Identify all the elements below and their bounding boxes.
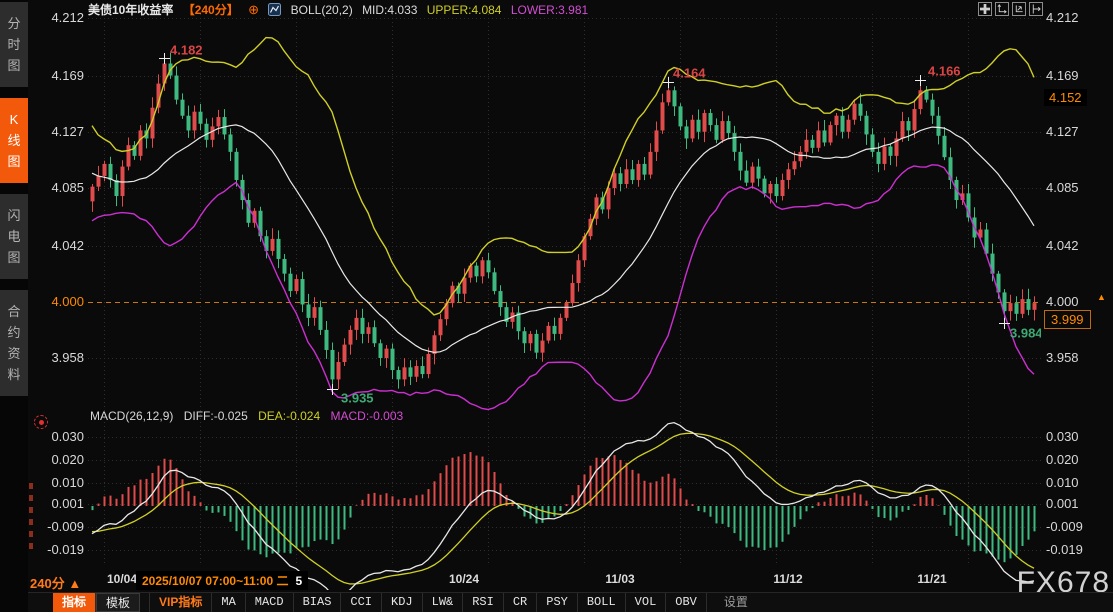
period-badge[interactable]: 【240分】 [183, 3, 239, 17]
y-axis-label-macd-left: -0.019 [30, 542, 84, 557]
ref-price-badge: 4.152 [1044, 89, 1087, 106]
edge-tick [29, 519, 33, 525]
edge-tick [29, 495, 33, 501]
y-axis-label-main-right: 4.085 [1046, 180, 1108, 195]
y-axis-label-macd-right: -0.019 [1046, 542, 1108, 557]
y-axis-label-main-left: 4.000 [30, 294, 84, 309]
chart-type-icon[interactable] [268, 3, 281, 21]
sidebar-item-lightning-chart[interactable]: 闪电图 [0, 194, 28, 279]
trading-app-window: 分时图 K线图闪电图合约资料 美债10年收益率 【240分】 ⊕ BOLL(20,… [0, 0, 1113, 612]
y-axis-label-main-left: 4.127 [30, 124, 84, 139]
y-axis-label-main-left: 4.085 [30, 180, 84, 195]
toolbar-item-lw[interactable]: LW& [423, 593, 464, 612]
y-axis-label-macd-left: 0.010 [30, 475, 84, 490]
main-chart-canvas[interactable] [88, 0, 1041, 590]
toolbar-item-boll[interactable]: BOLL [578, 593, 626, 612]
macd-header: MACD(26,12,9) DIFF:-0.025 DEA:-0.024 MAC… [90, 409, 410, 423]
y-axis-label-macd-left: 0.030 [30, 429, 84, 444]
window-icons [978, 2, 1043, 16]
y-axis-label-main-right: 4.042 [1046, 238, 1108, 253]
y-axis-label-main-right: 3.958 [1046, 350, 1108, 365]
toolbar-item-psy[interactable]: PSY [537, 593, 578, 612]
toolbar-item-template[interactable]: 模板 [96, 593, 140, 612]
toolbar-item-vip-indicator[interactable]: VIP指标 [149, 593, 212, 612]
edge-tick [29, 531, 33, 537]
status-period[interactable]: 240分 ▲ [30, 573, 81, 592]
edge-tick [29, 483, 33, 489]
axis-scale-icon[interactable] [1012, 2, 1026, 16]
sidebar-item-time-chart[interactable]: 分时图 [0, 2, 28, 87]
toolbar-item-settings[interactable]: 设置 [715, 593, 757, 612]
period-up-arrow-icon: ▲ [68, 576, 81, 591]
y-axis-label-main-right: 4.127 [1046, 124, 1108, 139]
y-axis-label-macd-left: 0.020 [30, 452, 84, 467]
y-axis-label-main-right: 4.169 [1046, 68, 1108, 83]
axis-reset-icon[interactable] [995, 2, 1009, 16]
toolbar-item-vol[interactable]: VOL [626, 593, 667, 612]
boll-upper-value: UPPER:4.084 [427, 3, 502, 17]
y-axis-label-macd-right: 0.001 [1046, 496, 1108, 511]
sidebar: 分时图 K线图闪电图合约资料 [0, 0, 28, 612]
live-indicator-icon[interactable] [34, 415, 48, 429]
y-axis-label-macd-right: 0.020 [1046, 452, 1108, 467]
last-price-badge: 3.999 [1044, 310, 1091, 329]
bar-info-tooltip: 2025/10/07 07:00~11:00 二 5 [136, 571, 308, 590]
y-axis-label-main-right: 4.212 [1046, 10, 1108, 25]
y-axis-label-macd-left: -0.009 [30, 519, 84, 534]
toolbar-item-rsi[interactable]: RSI [463, 593, 504, 612]
y-axis-label-main-left: 4.169 [30, 68, 84, 83]
boll-indicator-label: BOLL(20,2) [291, 3, 353, 17]
edge-tick [29, 507, 33, 513]
toolbar-item-ma[interactable]: MA [212, 593, 245, 612]
macd-diff-value: DIFF:-0.025 [184, 409, 248, 423]
tooltip-extra: 5 [295, 574, 302, 588]
toolbar-item-indicator[interactable]: 指标 [53, 593, 96, 612]
pan-right-icon[interactable] [1029, 2, 1043, 16]
toolbar-item-macd[interactable]: MACD [246, 593, 294, 612]
sidebar-item-contract-info[interactable]: 合约资料 [0, 290, 28, 396]
y-axis-label-macd-right: 0.010 [1046, 475, 1108, 490]
indicator-toolbar: 指标模板 VIP指标MAMACDBIASCCIKDJLW&RSICRPSYBOLL… [28, 592, 1113, 612]
boll-lower-value: LOWER:3.981 [511, 3, 588, 17]
edge-tick [29, 543, 33, 549]
y-axis-label-main-left: 4.042 [30, 238, 84, 253]
macd-formula: MACD(26,12,9) [90, 409, 173, 423]
tooltip-datetime: 2025/10/07 07:00~11:00 二 [142, 574, 288, 588]
chart-header: 美债10年收益率 【240分】 ⊕ BOLL(20,2) MID:4.033 U… [88, 1, 594, 18]
crosshair-move-icon[interactable] [978, 2, 992, 16]
boll-mid-value: MID:4.033 [362, 3, 417, 17]
macd-hist-value: MACD:-0.003 [330, 409, 403, 423]
macd-dea-value: DEA:-0.024 [258, 409, 320, 423]
y-axis-label-macd-left: 0.001 [30, 496, 84, 511]
live-indicator-dot [39, 420, 44, 425]
price-marker-icon: ▲ [1097, 292, 1106, 302]
page-title: 美债10年收益率 [88, 3, 173, 17]
toolbar-item-kdj[interactable]: KDJ [382, 593, 423, 612]
toolbar-item-bias[interactable]: BIAS [294, 593, 342, 612]
toolbar-item-obv[interactable]: OBV [666, 593, 707, 612]
toolbar-item-cr[interactable]: CR [504, 593, 537, 612]
y-axis-label-macd-right: 0.030 [1046, 429, 1108, 444]
y-axis-label-main-left: 3.958 [30, 350, 84, 365]
y-axis-label-main-left: 4.212 [30, 10, 84, 25]
toolbar-item-cci[interactable]: CCI [341, 593, 382, 612]
sidebar-item-kline-chart[interactable]: K线图 [0, 98, 28, 183]
y-axis-label-macd-right: -0.009 [1046, 519, 1108, 534]
add-indicator-icon[interactable]: ⊕ [248, 2, 259, 17]
